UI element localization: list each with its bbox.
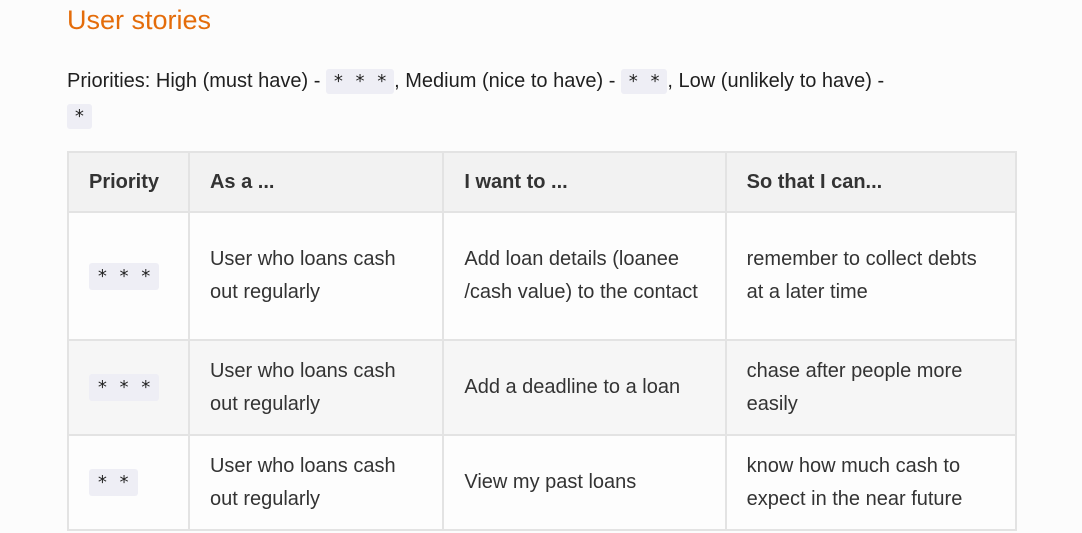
cell-want: View my past loans bbox=[442, 434, 727, 531]
priority-code: * * * bbox=[89, 262, 160, 290]
cell-so-that: remember to collect debts at a later tim… bbox=[724, 211, 1018, 341]
table-row: * * User who loans cash out regularly Vi… bbox=[67, 434, 1018, 531]
header-so-that: So that I can... bbox=[724, 151, 1018, 213]
table-row: * * * User who loans cash out regularly … bbox=[67, 211, 1018, 341]
priority-low-code: * bbox=[67, 104, 92, 129]
priority-medium-code: * * bbox=[620, 69, 668, 94]
header-priority: Priority bbox=[67, 151, 190, 213]
cell-so-that: know how much cash to expect in the near… bbox=[724, 434, 1018, 531]
user-stories-table: Priority As a ... I want to ... So that … bbox=[67, 151, 1018, 531]
cell-want: Add loan details (loanee /cash value) to… bbox=[442, 211, 727, 341]
header-i-want-to: I want to ... bbox=[442, 151, 727, 213]
cell-want: Add a deadline to a loan bbox=[442, 339, 727, 436]
priority-high-code: * * * bbox=[325, 69, 395, 94]
priorities-medium-text: , Medium (nice to have) - bbox=[394, 70, 621, 92]
header-as-a: As a ... bbox=[187, 151, 445, 213]
document-page: User stories Priorities: High (must have… bbox=[0, 0, 1082, 533]
cell-as-a: User who loans cash out regularly bbox=[187, 211, 445, 341]
cell-as-a: User who loans cash out regularly bbox=[187, 434, 445, 531]
section-heading: User stories bbox=[67, 5, 212, 35]
cell-priority: * * bbox=[67, 434, 190, 531]
priority-code: * * bbox=[89, 469, 138, 496]
priorities-legend: Priorities: High (must have) - * * *, Me… bbox=[67, 64, 1017, 134]
priority-code: * * * bbox=[89, 374, 160, 401]
priorities-low-text: , Low (unlikely to have) - bbox=[667, 70, 885, 92]
cell-so-that: chase after people more easily bbox=[724, 339, 1018, 436]
table-row: * * * User who loans cash out regularly … bbox=[67, 339, 1018, 436]
cell-as-a: User who loans cash out regularly bbox=[187, 339, 445, 436]
cell-priority: * * * bbox=[67, 211, 190, 341]
cell-priority: * * * bbox=[67, 339, 190, 436]
priorities-prefix: Priorities: High (must have) - bbox=[67, 70, 326, 92]
table-header-row: Priority As a ... I want to ... So that … bbox=[67, 151, 1018, 213]
